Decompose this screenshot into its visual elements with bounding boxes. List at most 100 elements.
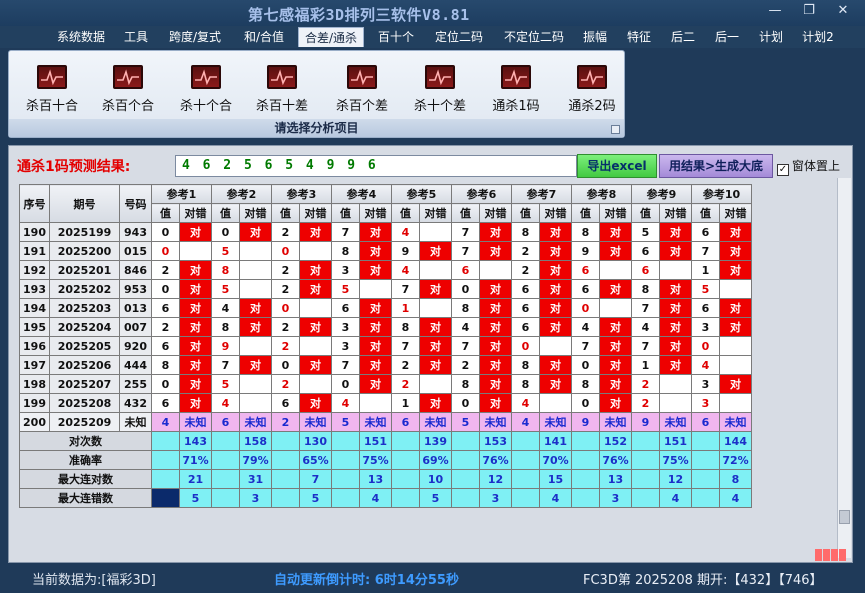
ref-value: 1 <box>391 298 420 318</box>
hit-cell: 对 <box>719 222 752 242</box>
stats-value: 31 <box>239 469 272 489</box>
topmost-checkbox[interactable]: ✓ 窗体置上 <box>777 157 840 176</box>
miss-cell <box>239 374 272 394</box>
table-row[interactable]: 199 2025208 432 6 对 4 6 对 4 1 对 0 对 4 0 对 2 3 <box>19 393 752 413</box>
row-period: 2025199 <box>49 222 120 242</box>
menu-nonpos-two[interactable]: 不定位二码 <box>496 27 572 47</box>
export-excel-button[interactable]: 导出excel <box>577 154 657 178</box>
ref-value: 8 <box>511 355 540 375</box>
col-header-result: 对错 <box>359 203 392 223</box>
ref-value: 6 <box>631 241 660 261</box>
ref-value: 2 <box>511 241 540 261</box>
stats-value: 144 <box>719 431 752 451</box>
table-row[interactable]: 195 2025204 007 2 对 8 对 2 对 3 对 8 对 4 对 6 对 4 对 4 对 3 对 <box>19 317 752 337</box>
col-header-value: 值 <box>211 203 240 223</box>
stats-value: 4 <box>359 488 392 508</box>
menu-bsg[interactable]: 百十个 <box>370 27 422 47</box>
miss-cell <box>299 298 332 318</box>
table-row[interactable]: 196 2025205 920 6 对 9 2 3 对 7 对 7 对 0 7 对 7 对 0 <box>19 336 752 356</box>
menu-system-data[interactable]: 系统数据 <box>50 27 112 47</box>
row-number: 444 <box>119 355 152 375</box>
chart-line-icon <box>37 65 67 89</box>
stats-spacer <box>451 450 480 470</box>
row-seq: 200 <box>19 412 50 432</box>
ribbon-item-4[interactable]: 杀百十差 <box>247 65 317 114</box>
hit-cell: 对 <box>479 317 512 337</box>
row-number: 013 <box>119 298 152 318</box>
table-row[interactable]: 190 2025199 943 0 对 0 对 2 对 7 对 4 7 对 8 对 8 对 5 对 6 对 <box>19 222 752 242</box>
prediction-table: 序号 期号 号码 参考1 参考2 参考3 参考4 参考5 参考6 参考7 参考8 参考9 参考10 值对错… <box>19 184 752 508</box>
scrollbar-thumb[interactable] <box>839 510 850 524</box>
menu-tab-kill[interactable]: 合差/通杀 <box>298 27 364 47</box>
prediction-result-field[interactable]: 4 6 2 5 6 5 4 9 9 6 <box>175 155 577 177</box>
stats-spacer <box>691 488 720 508</box>
miss-cell <box>719 336 752 356</box>
menu-last-two[interactable]: 后二 <box>664 27 702 47</box>
ribbon-item-7[interactable]: 通杀1码 <box>481 65 551 114</box>
ribbon-item-8[interactable]: 通杀2码 <box>557 65 627 114</box>
stats-spacer <box>451 488 480 508</box>
ribbon-expand-icon[interactable] <box>611 125 620 134</box>
table-row[interactable]: 192 2025201 846 2 对 8 2 对 3 对 4 6 2 对 6 6 1 对 <box>19 260 752 280</box>
hit-cell: 对 <box>659 241 692 261</box>
menu-tools[interactable]: 工具 <box>116 27 156 47</box>
ribbon-item-6[interactable]: 杀十个差 <box>405 65 475 114</box>
stats-value: 4 <box>539 488 572 508</box>
table-row[interactable]: 198 2025207 255 0 对 5 2 0 对 2 8 对 8 对 8 对 2 3 对 <box>19 374 752 394</box>
hit-cell: 对 <box>539 317 572 337</box>
vertical-scrollbar[interactable] <box>837 178 851 558</box>
hit-cell: 对 <box>299 355 332 375</box>
ref-value: 8 <box>451 298 480 318</box>
prediction-unknown: 未知 <box>659 412 692 432</box>
stats-value: 151 <box>359 431 392 451</box>
hit-cell: 对 <box>359 222 392 242</box>
hit-cell: 对 <box>299 393 332 413</box>
stats-row: 对次数 143 158 130 151 139 153 141 152 151 144 <box>19 431 752 451</box>
table-row[interactable]: 193 2025202 953 0 对 5 2 对 5 7 对 0 对 6 对 6 对 8 对 5 <box>19 279 752 299</box>
hit-cell: 对 <box>179 336 212 356</box>
hit-cell: 对 <box>419 355 452 375</box>
col-header-ref: 参考8 <box>571 184 632 204</box>
menu-last-one[interactable]: 后一 <box>708 27 746 47</box>
minimize-icon[interactable]: — <box>760 3 790 18</box>
hit-cell: 对 <box>179 317 212 337</box>
row-period: 2025206 <box>49 355 120 375</box>
menu-plan2[interactable]: 计划2 <box>796 27 840 47</box>
col-header-value: 值 <box>511 203 540 223</box>
prediction-unknown: 未知 <box>239 412 272 432</box>
menu-sum[interactable]: 和/合值 <box>236 27 292 47</box>
prediction-value: 5 <box>451 412 480 432</box>
menu-pos-two[interactable]: 定位二码 <box>428 27 490 47</box>
ref-value: 6 <box>151 336 180 356</box>
menu-feature[interactable]: 特征 <box>620 27 658 47</box>
ref-value: 2 <box>391 355 420 375</box>
menu-plan[interactable]: 计划 <box>752 27 790 47</box>
miss-cell <box>599 298 632 318</box>
restore-icon[interactable]: ❐ <box>794 3 824 18</box>
chart-line-icon <box>425 65 455 89</box>
checkbox-icon[interactable]: ✓ <box>777 164 789 176</box>
generate-base-button[interactable]: 用结果>生成大底 <box>659 154 773 178</box>
ref-value: 6 <box>451 260 480 280</box>
table-row[interactable]: 197 2025206 444 8 对 7 对 0 对 7 对 2 对 2 对 8 对 0 对 1 对 4 <box>19 355 752 375</box>
stats-spacer <box>631 469 660 489</box>
close-icon[interactable]: ✕ <box>828 3 858 18</box>
ribbon-item-1[interactable]: 杀百十合 <box>17 65 87 114</box>
col-header-ref: 参考7 <box>511 184 572 204</box>
hit-cell: 对 <box>299 279 332 299</box>
stats-label: 最大连错数 <box>19 488 152 508</box>
prediction-row[interactable]: 200 2025209 未知 4 未知 6 未知 2 未知 5 未知 6 未知 5 未知 4 未知 9 未知 9 未知 6… <box>19 412 752 432</box>
stats-value: 70% <box>539 450 572 470</box>
ref-value: 5 <box>211 241 240 261</box>
ribbon-item-5[interactable]: 杀百个差 <box>327 65 397 114</box>
chart-line-icon <box>347 65 377 89</box>
table-row[interactable]: 191 2025200 015 0 5 0 8 对 9 对 7 对 2 对 9 对 6 对 7 对 <box>19 241 752 261</box>
ref-value: 6 <box>571 260 600 280</box>
ribbon-item-3[interactable]: 杀十个合 <box>171 65 241 114</box>
menu-amplitude[interactable]: 振幅 <box>576 27 614 47</box>
table-row[interactable]: 194 2025203 013 6 对 4 对 0 6 对 1 8 对 6 对 0 7 对 6 对 <box>19 298 752 318</box>
menu-span[interactable]: 跨度/复式 <box>162 27 228 47</box>
col-header-value: 值 <box>391 203 420 223</box>
col-header-result: 对错 <box>239 203 272 223</box>
ribbon-item-2[interactable]: 杀百个合 <box>93 65 163 114</box>
